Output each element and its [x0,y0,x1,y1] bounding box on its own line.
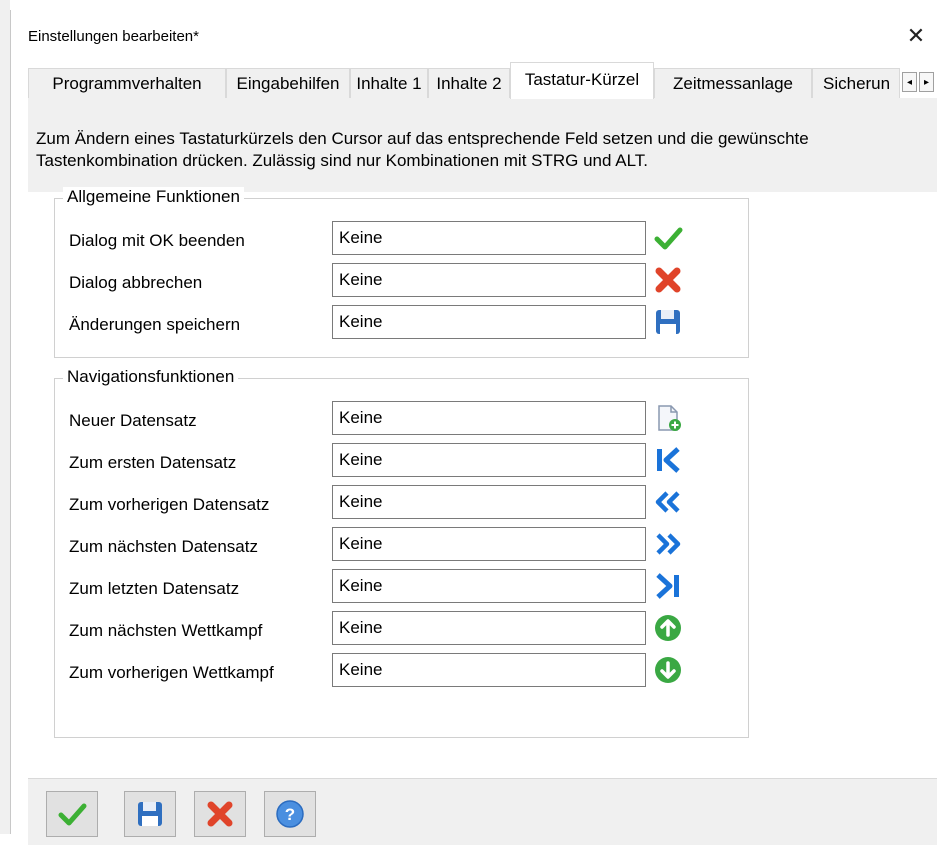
shortcut-field-next-record[interactable] [332,527,646,561]
title-bar: Einstellungen bearbeiten* ✕ [11,10,937,54]
settings-dialog: Einstellungen bearbeiten* ✕ Programmverh… [10,10,937,845]
cancel-x-icon [655,267,681,293]
tab-inhalte-1[interactable]: Inhalte 1 [350,68,428,98]
down-arrow-circle-icon [655,657,681,683]
info-banner: Zum Ändern eines Tastaturkürzels den Cur… [28,98,937,192]
label-new-record: Neuer Datensatz [69,411,197,430]
next-record-icon [656,533,681,555]
tab-programmverhalten[interactable]: Programmverhalten [28,68,226,98]
new-record-icon [658,405,681,431]
label-last-record: Zum letzten Datensatz [69,579,240,598]
label-next-competition: Zum nächsten Wettkampf [69,621,263,640]
window-title: Einstellungen bearbeiten* [28,28,199,45]
label-first-record: Zum ersten Datensatz [69,453,237,472]
group-general-title: Allgemeine Funktionen [63,187,244,207]
shortcut-field-last-record[interactable] [332,569,646,603]
shortcut-field-new-record[interactable] [332,401,646,435]
window-left-edge [0,0,10,834]
label-previous-competition: Zum vorherigen Wettkampf [69,663,274,682]
dialog-footer: ? [28,778,937,845]
check-icon [654,227,683,250]
previous-record-icon [655,491,680,513]
label-dialog-cancel: Dialog abbrechen [69,273,203,292]
tab-page-tastatur-kuerzel: Zum Ändern eines Tastaturkürzels den Cur… [28,98,937,778]
cancel-button[interactable] [194,791,246,837]
shortcut-field-previous-competition[interactable] [332,653,646,687]
tab-scroll-left-button[interactable]: ◂ [902,72,917,92]
tab-eingabehilfen[interactable]: Eingabehilfen [226,68,350,98]
label-dialog-ok: Dialog mit OK beenden [69,231,245,250]
help-icon: ? [276,800,304,828]
help-button[interactable]: ? [264,791,316,837]
shortcut-field-save-changes[interactable] [332,305,646,339]
shortcut-field-next-competition[interactable] [332,611,646,645]
save-button[interactable] [124,791,176,837]
group-navigation-title: Navigationsfunktionen [63,367,239,387]
tab-scroll-right-button[interactable]: ▸ [919,72,934,92]
shortcut-field-first-record[interactable] [332,443,646,477]
check-icon [58,803,87,826]
label-save-changes: Änderungen speichern [69,315,241,334]
label-next-record: Zum nächsten Datensatz [69,537,258,556]
tab-inhalte-2[interactable]: Inhalte 2 [428,68,510,98]
tab-tastatur-kuerzel[interactable]: Tastatur-Kürzel [510,62,654,99]
info-text: Zum Ändern eines Tastaturkürzels den Cur… [36,129,809,170]
first-record-icon [657,447,680,473]
svg-text:?: ? [285,805,295,824]
ok-button[interactable] [46,791,98,837]
tab-zeitmessanlage[interactable]: Zeitmessanlage [654,68,812,98]
shortcut-field-dialog-cancel[interactable] [332,263,646,297]
shortcut-field-previous-record[interactable] [332,485,646,519]
group-navigation-functions: Navigationsfunktionen Neuer Datensatz Zu… [54,367,749,738]
up-arrow-circle-icon [655,615,681,641]
tab-sicherung[interactable]: Sicherun [812,68,900,98]
last-record-icon [656,573,679,599]
group-general-functions: Allgemeine Funktionen Dialog mit OK been… [54,187,749,358]
save-disk-icon [138,802,162,826]
shortcut-field-dialog-ok[interactable] [332,221,646,255]
save-disk-icon [656,310,680,334]
label-previous-record: Zum vorherigen Datensatz [69,495,270,514]
tab-strip: Programmverhalten Eingabehilfen Inhalte … [28,62,937,99]
close-button[interactable]: ✕ [902,22,930,50]
cancel-x-icon [207,801,233,827]
